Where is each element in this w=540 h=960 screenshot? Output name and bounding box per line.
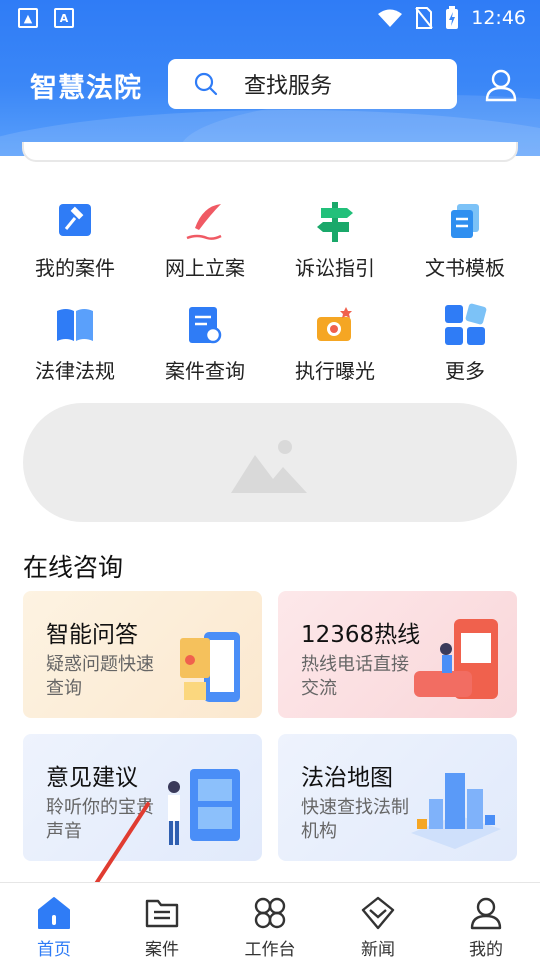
card-subtitle: 热线电话直接交流 [301, 654, 409, 699]
grid-more-icon [445, 303, 487, 345]
book-icon [57, 309, 93, 341]
nav-news[interactable]: 新闻 [324, 883, 432, 960]
qa-illustration-icon [180, 632, 240, 702]
camera-icon [317, 307, 352, 341]
service-label: 我的案件 [35, 256, 115, 280]
service-label: 更多 [445, 359, 485, 383]
service-my-cases[interactable]: 我的案件 [10, 200, 140, 281]
card-smart-qa[interactable]: 智能问答 疑惑问题快速查询 [23, 591, 262, 718]
case-folder-icon [145, 899, 179, 928]
workbench-icon [254, 897, 286, 929]
nav-label: 工作台 [244, 940, 296, 960]
nav-label: 新闻 [361, 940, 395, 960]
card-title: 12368热线 [301, 622, 421, 648]
service-label: 执行曝光 [295, 359, 375, 383]
home-icon [38, 897, 70, 929]
news-icon [361, 896, 395, 930]
gavel-icon [59, 204, 91, 236]
service-enforcement-exposure[interactable]: 执行曝光 [270, 303, 400, 384]
search-bar[interactable]: 查找服务 [168, 59, 457, 109]
card-subtitle: 疑惑问题快速查询 [46, 654, 154, 699]
service-laws[interactable]: 法律法规 [10, 303, 140, 384]
service-label: 案件查询 [165, 359, 245, 383]
status-bar: ▲ A 12:46 [0, 0, 540, 36]
card-12368-hotline[interactable]: 12368热线 热线电话直接交流 [278, 591, 517, 718]
map-illustration-icon [411, 773, 501, 849]
service-label: 法律法规 [35, 359, 115, 383]
service-label: 网上立案 [165, 256, 245, 280]
documents-icon [451, 204, 479, 238]
service-more[interactable]: 更多 [400, 303, 530, 384]
bottom-nav: 首页 案件 工作台 新闻 我的 [0, 882, 540, 960]
nav-cases[interactable]: 案件 [108, 883, 216, 960]
battery-icon [446, 6, 459, 29]
nav-workbench[interactable]: 工作台 [216, 883, 324, 960]
image-placeholder-icon [231, 440, 307, 493]
text-icon: A [54, 8, 74, 28]
quill-icon [186, 204, 222, 240]
app-title: 智慧法院 [30, 73, 142, 104]
card-title: 智能问答 [46, 622, 138, 648]
service-doc-templates[interactable]: 文书模板 [400, 200, 530, 281]
search-icon [194, 72, 218, 96]
card-title: 法治地图 [301, 765, 393, 791]
service-litigation-guide[interactable]: 诉讼指引 [270, 200, 400, 281]
header-card-edge [22, 142, 518, 162]
hotline-illustration-icon [414, 619, 498, 699]
service-label: 诉讼指引 [295, 256, 375, 280]
section-title-online-consult: 在线咨询 [23, 553, 124, 582]
card-subtitle: 快速查找法制机构 [301, 797, 409, 842]
profile-icon [470, 897, 502, 930]
service-case-query[interactable]: 案件查询 [140, 303, 270, 384]
search-placeholder: 查找服务 [244, 74, 333, 99]
nav-profile[interactable]: 我的 [432, 883, 540, 960]
service-online-filing[interactable]: 网上立案 [140, 200, 270, 281]
service-label: 文书模板 [425, 256, 505, 280]
search-document-icon [189, 307, 222, 344]
card-title: 意见建议 [46, 765, 138, 791]
card-legal-map[interactable]: 法治地图 快速查找法制机构 [278, 734, 517, 861]
gallery-icon: ▲ [18, 8, 38, 28]
service-grid: 我的案件 网上立案 诉讼指引 文书模板 法律法规 案件查询 执行曝光 更多 [10, 200, 530, 384]
nav-home[interactable]: 首页 [0, 883, 108, 960]
user-icon[interactable] [484, 68, 518, 102]
status-time: 12:46 [471, 7, 526, 29]
no-sim-icon [415, 7, 434, 29]
nav-label: 案件 [145, 940, 179, 960]
nav-label: 我的 [469, 940, 503, 960]
nav-label: 首页 [37, 940, 71, 960]
suggestion-illustration-icon [168, 769, 240, 845]
signpost-icon [317, 202, 353, 242]
header: ▲ A 12:46 智慧法院 查找服务 [0, 0, 540, 156]
wifi-icon [378, 9, 403, 27]
banner-carousel[interactable] [23, 403, 517, 522]
